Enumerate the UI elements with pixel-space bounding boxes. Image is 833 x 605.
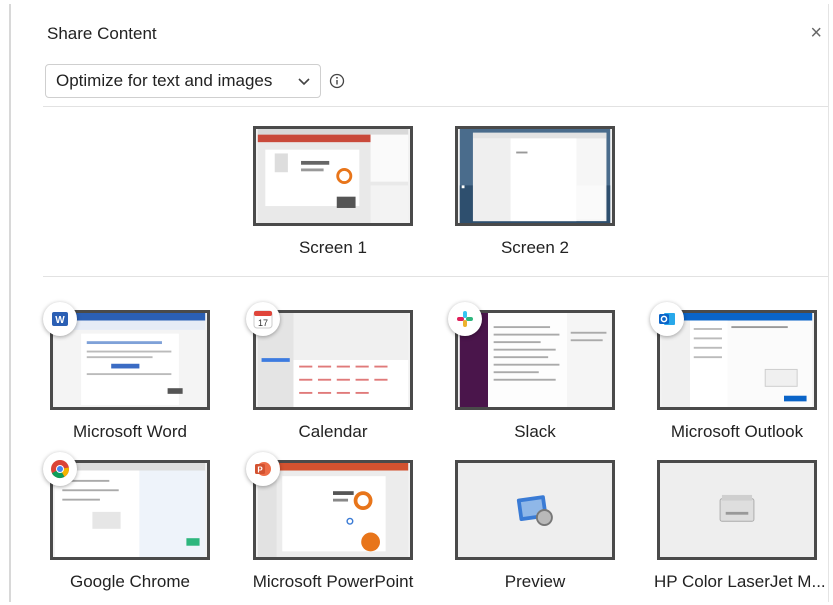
app-tile-calendar[interactable]: 17 Calendar — [246, 302, 416, 442]
word-icon: W — [43, 302, 77, 336]
middle-divider — [43, 276, 828, 277]
dialog-title: Share Content — [47, 24, 157, 43]
app-tile-microsoft-outlook[interactable]: Microsoft Outlook — [650, 302, 820, 442]
optimize-selected-value: Optimize for text and images — [56, 71, 273, 90]
app-label-slack: Slack — [514, 422, 556, 441]
screen-1-preview — [257, 129, 409, 223]
app-label-calendar: Calendar — [298, 422, 368, 441]
screen-2-thumbnail — [455, 126, 615, 226]
close-icon[interactable]: × — [810, 22, 822, 45]
app-tile-hp-color-laserjet[interactable]: HP Color LaserJet M... — [654, 460, 826, 592]
chrome-icon — [43, 452, 77, 486]
outlook-icon — [650, 302, 684, 336]
printer-thumbnail — [657, 460, 817, 560]
app-label-google-chrome: Google Chrome — [69, 572, 190, 591]
app-label-microsoft-powerpoint: Microsoft PowerPoint — [252, 572, 414, 591]
screen-1-thumbnail — [253, 126, 413, 226]
powerpoint-preview — [257, 463, 409, 557]
screen-1-tile[interactable]: Screen 1 — [250, 126, 416, 258]
screen-2-tile[interactable]: Screen 2 — [452, 126, 618, 258]
screen-2-preview — [459, 129, 611, 223]
word-preview — [54, 313, 206, 407]
app-tile-google-chrome[interactable]: Google Chrome — [43, 452, 213, 592]
chrome-preview — [54, 463, 206, 557]
app-label-microsoft-word: Microsoft Word — [73, 422, 187, 441]
powerpoint-icon: P — [246, 452, 280, 486]
calendar-preview — [257, 313, 409, 407]
screen-2-label: Screen 2 — [500, 238, 570, 257]
optimize-dropdown[interactable]: Optimize for text and images — [45, 64, 321, 98]
share-content-dialog: Share Content × Optimize for text and im… — [9, 4, 829, 602]
app-label-microsoft-outlook: Microsoft Outlook — [670, 422, 804, 441]
app-label-hp-color-laserjet: HP Color LaserJet M... — [654, 572, 826, 591]
slack-preview — [459, 313, 611, 407]
svg-text:W: W — [55, 315, 65, 326]
chevron-down-icon — [298, 78, 310, 86]
app-tile-microsoft-powerpoint[interactable]: P Microsoft PowerPoint — [246, 452, 416, 592]
app-label-preview: Preview — [504, 572, 566, 591]
printer-icon — [661, 463, 813, 557]
preview-icon — [459, 463, 611, 557]
screen-1-label: Screen 1 — [298, 238, 368, 257]
info-icon[interactable] — [329, 73, 345, 89]
slack-icon — [448, 302, 482, 336]
preview-thumbnail — [455, 460, 615, 560]
svg-text:17: 17 — [258, 318, 268, 328]
app-tile-slack[interactable]: Slack — [448, 302, 618, 442]
app-tile-preview[interactable]: Preview — [452, 460, 618, 592]
optimize-row: Optimize for text and images — [45, 64, 345, 98]
top-divider — [43, 106, 828, 107]
app-tile-microsoft-word[interactable]: W Microsoft Word — [43, 302, 213, 442]
calendar-icon: 17 — [246, 302, 280, 336]
svg-text:P: P — [257, 466, 263, 475]
outlook-preview — [661, 313, 813, 407]
